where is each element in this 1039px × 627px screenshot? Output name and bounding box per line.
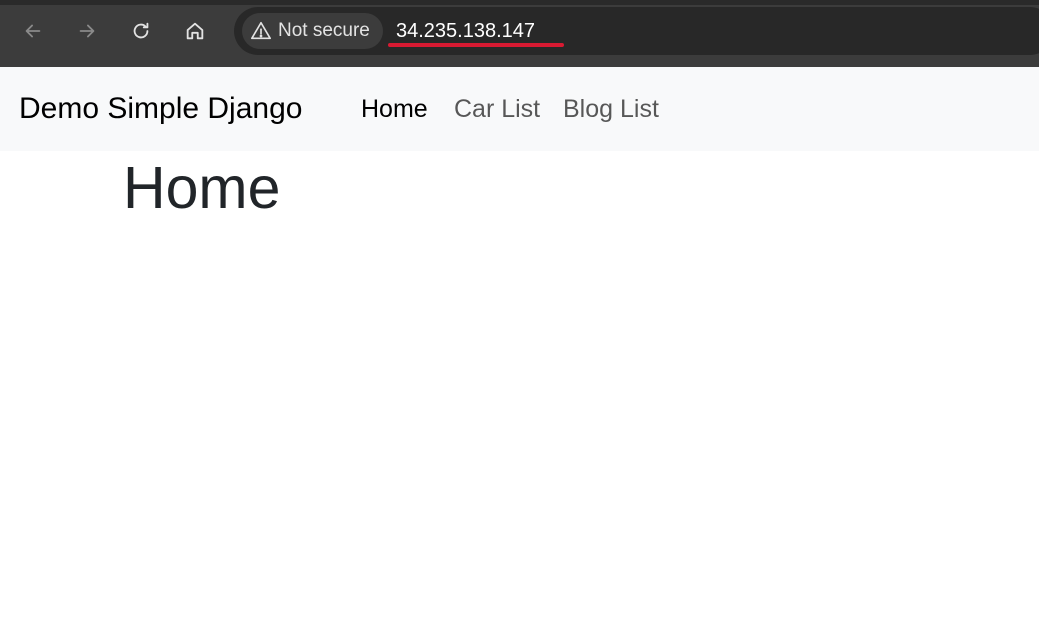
security-indicator[interactable]: Not secure (242, 13, 383, 49)
nav-link-home[interactable]: Home (361, 92, 428, 126)
reload-button[interactable] (124, 14, 158, 48)
url-text[interactable]: 34.235.138.147 (396, 16, 535, 46)
home-button[interactable] (178, 14, 212, 48)
site-navbar: Demo Simple Django Home Car List Blog Li… (0, 67, 1039, 151)
arrow-left-icon (25, 24, 41, 38)
tab-strip-edge (0, 0, 1039, 5)
home-icon (186, 22, 204, 40)
reload-icon (133, 22, 149, 39)
forward-button[interactable] (70, 14, 104, 48)
nav-link-car-list[interactable]: Car List (454, 92, 540, 126)
warning-triangle-icon (251, 21, 271, 40)
url-highlight-underline (388, 43, 564, 47)
page-title: Home (123, 155, 281, 221)
back-button[interactable] (16, 14, 50, 48)
navbar-brand[interactable]: Demo Simple Django (19, 90, 302, 128)
arrow-right-icon (79, 24, 95, 38)
security-label: Not secure (278, 20, 370, 41)
browser-toolbar: Not secure 34.235.138.147 (0, 0, 1039, 67)
nav-link-blog-list[interactable]: Blog List (563, 92, 659, 126)
